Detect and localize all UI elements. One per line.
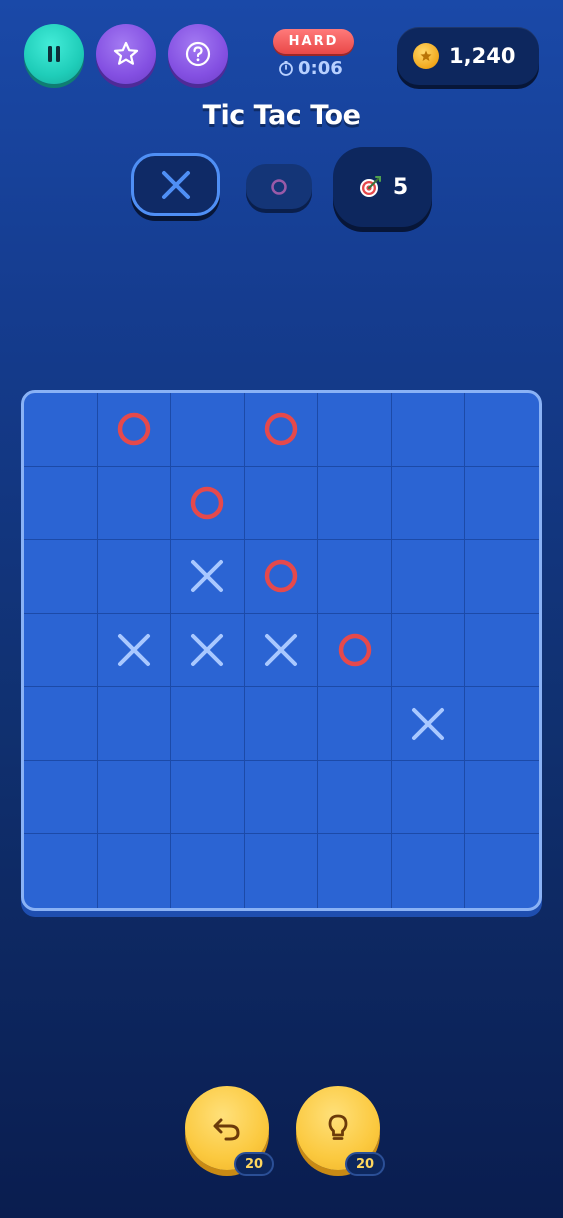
undo-icon [213,1118,240,1141]
stopwatch-icon [279,61,293,76]
board-cell-5-2[interactable] [171,760,245,835]
coin-balance[interactable]: 1,240 [397,27,539,85]
hint-count-badge: 20 [345,1152,385,1176]
board-grid [24,393,539,908]
board-cell-0-0[interactable] [24,393,98,467]
timer-value: 0:06 [298,57,343,79]
board-cell-2-6[interactable] [465,540,539,614]
board-cell-4-5 [391,687,466,761]
board-cell-5-0[interactable] [24,760,98,835]
board-cell-6-3[interactable] [245,834,319,908]
board-cell-3-3 [244,613,319,688]
o-mark [338,633,371,667]
board-cell-5-3[interactable] [244,760,319,835]
board-cell-0-2[interactable] [171,393,245,467]
undo-count-badge: 20 [234,1152,274,1176]
board-cell-2-3 [244,540,319,614]
o-mark [264,560,298,593]
board-cell-5-5[interactable] [391,760,466,835]
board-cell-2-1[interactable] [97,540,172,614]
board-cell-4-1[interactable] [97,687,172,761]
page-title: Tic Tac Toe [202,100,361,131]
player-x-indicator [131,153,220,216]
target-icon [359,176,381,197]
board-cell-5-6[interactable] [465,761,539,835]
board-cell-5-1[interactable] [97,760,172,835]
board-cell-1-2 [171,466,245,541]
board-cell-6-5[interactable] [392,834,466,908]
board-cell-4-3[interactable] [244,687,319,761]
o-mark [191,486,224,520]
o-mark-icon [271,178,287,195]
board-cell-1-1[interactable] [97,466,172,541]
board-cell-6-4[interactable] [318,834,392,908]
x-mark [264,633,297,666]
board-cell-1-5[interactable] [391,466,466,541]
help-button[interactable] [168,24,228,84]
player-o-indicator [246,164,312,209]
pause-icon [48,46,60,62]
board-cell-2-0[interactable] [24,540,98,614]
coin-icon [413,43,439,69]
board-cell-3-1 [97,613,172,688]
lightbulb-icon [328,1114,348,1140]
star-icon [113,41,139,65]
board-cell-3-2 [171,613,245,688]
timer: 0:06 [278,57,343,79]
board-cell-0-1 [97,393,172,467]
win-target-value: 5 [392,174,409,200]
board-cell-6-1[interactable] [98,834,172,908]
favorite-button[interactable] [96,24,156,84]
o-mark [264,413,298,446]
board-cell-1-6[interactable] [465,467,539,541]
board-cell-1-3[interactable] [244,466,319,541]
board-cell-0-5[interactable] [391,393,466,467]
board-cell-6-0[interactable] [24,834,98,908]
board-cell-1-0[interactable] [24,466,98,541]
board-cell-2-4[interactable] [318,540,392,614]
board-cell-4-2[interactable] [171,687,245,761]
board-cell-3-6[interactable] [465,614,539,688]
board-cell-0-4[interactable] [318,393,392,467]
board-cell-6-6[interactable] [465,834,539,908]
coin-value: 1,240 [449,44,516,68]
board-cell-4-0[interactable] [24,687,98,761]
help-icon [185,41,211,67]
board-cell-2-5[interactable] [391,540,466,614]
x-mark [117,633,150,666]
board-cell-2-2 [171,540,245,614]
board-cell-1-4[interactable] [318,466,392,541]
x-mark [412,707,445,740]
x-mark-icon [161,170,190,199]
win-target-pill: 5 [333,147,432,227]
board-cell-0-3 [244,393,319,467]
board-cell-4-6[interactable] [465,687,539,761]
board-cell-5-4[interactable] [318,760,392,835]
x-mark [191,633,224,666]
board-cell-3-0[interactable] [24,613,98,688]
game-board [21,390,542,911]
board-cell-4-4[interactable] [318,687,392,761]
board-cell-6-2[interactable] [171,834,245,908]
pause-button[interactable] [24,24,84,84]
difficulty-badge: HARD [273,29,354,54]
x-mark [191,560,224,593]
board-cell-3-4 [318,613,392,688]
o-mark [117,413,151,446]
board-cell-3-5[interactable] [391,613,466,688]
board-cell-0-6[interactable] [465,393,539,467]
